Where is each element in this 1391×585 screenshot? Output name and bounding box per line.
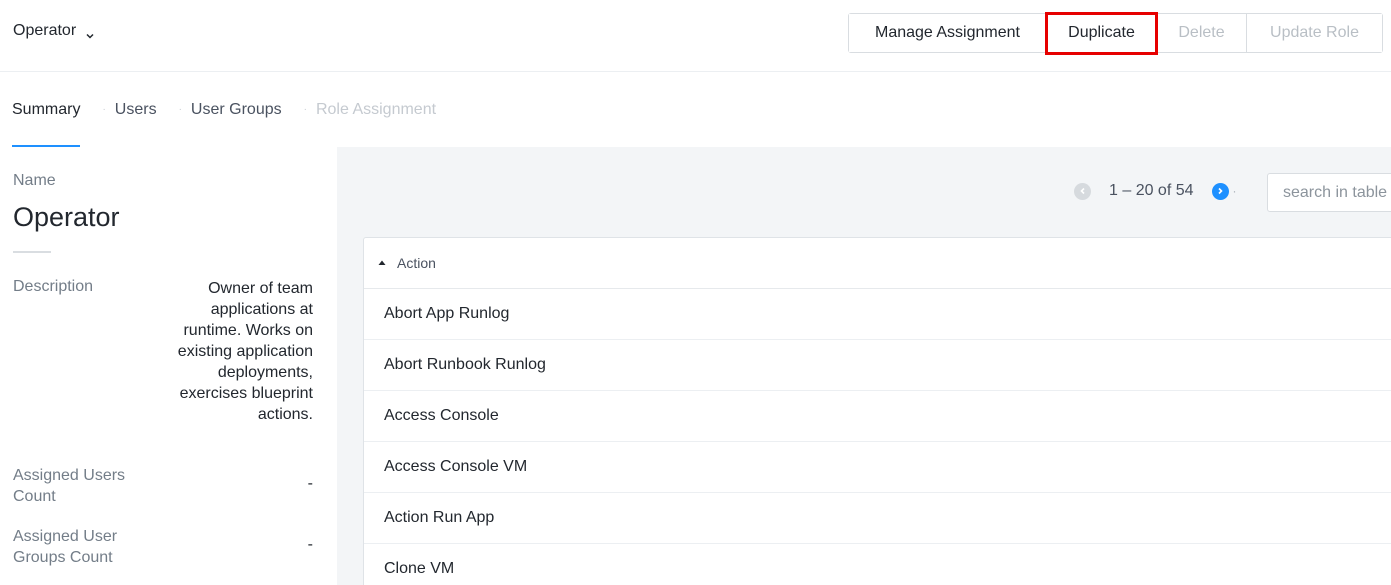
search-input[interactable] — [1267, 173, 1391, 212]
assigned-users-count-label: Assigned Users Count — [13, 467, 126, 505]
assigned-user-groups-count-label: Assigned User Groups Count — [13, 528, 118, 566]
previous-page-icon[interactable] — [1074, 182, 1091, 200]
actions-table: Action Abort App Runlog Abort Runbook Ru… — [363, 237, 1391, 585]
tab-summary[interactable]: Summary — [12, 72, 81, 147]
role-title-dropdown[interactable]: Operator — [13, 22, 94, 40]
action-button-group: Manage Assignment Duplicate Delete Updat… — [848, 13, 1383, 53]
tab-bar: Summary · Users · User Groups · Role Ass… — [0, 72, 1391, 147]
actions-panel: 1 – 20 of 54 · Action Abort App Runlog A… — [337, 147, 1391, 585]
chevron-down-icon — [86, 27, 94, 39]
duplicate-button[interactable]: Duplicate — [1047, 14, 1157, 52]
table-row[interactable]: Action Run App — [364, 493, 1391, 544]
pagination-range: 1 – 20 of 54 — [1109, 182, 1194, 199]
table-header-action[interactable]: Action — [364, 238, 1391, 289]
delete-button[interactable]: Delete — [1157, 14, 1247, 52]
table-row[interactable]: Abort App Runlog — [364, 289, 1391, 340]
next-page-icon[interactable] — [1211, 182, 1229, 200]
sort-ascending-icon — [378, 260, 386, 265]
divider — [13, 251, 51, 253]
manage-assignment-button[interactable]: Manage Assignment — [849, 14, 1047, 52]
pagination: 1 – 20 of 54 · — [1074, 182, 1237, 200]
description-label: Description — [13, 278, 94, 295]
pagination-separator: · — [1232, 184, 1237, 198]
assigned-user-groups-count-value: - — [307, 536, 313, 553]
page-header: Operator Manage Assignment Duplicate Del… — [0, 0, 1391, 72]
table-row[interactable]: Abort Runbook Runlog — [364, 340, 1391, 391]
assigned-users-count-value: - — [307, 475, 313, 492]
table-row[interactable]: Access Console VM — [364, 442, 1391, 493]
table-row[interactable]: Clone VM — [364, 544, 1391, 585]
role-name: Operator — [13, 202, 120, 232]
column-label: Action — [397, 255, 436, 271]
summary-panel: Name Operator Description Owner of team … — [0, 147, 337, 585]
tab-user-groups[interactable]: User Groups — [191, 72, 282, 147]
role-title: Operator — [13, 22, 77, 39]
update-role-button[interactable]: Update Role — [1247, 14, 1382, 52]
name-label: Name — [13, 172, 56, 189]
tab-separator: · — [102, 104, 106, 115]
tab-separator: · — [303, 104, 307, 115]
tab-users[interactable]: Users — [115, 72, 157, 147]
tab-separator: · — [178, 104, 182, 115]
tab-role-assignment[interactable]: Role Assignment — [316, 72, 436, 147]
description-value: Owner of team applications at runtime. W… — [177, 280, 313, 423]
table-row[interactable]: Access Console — [364, 391, 1391, 442]
